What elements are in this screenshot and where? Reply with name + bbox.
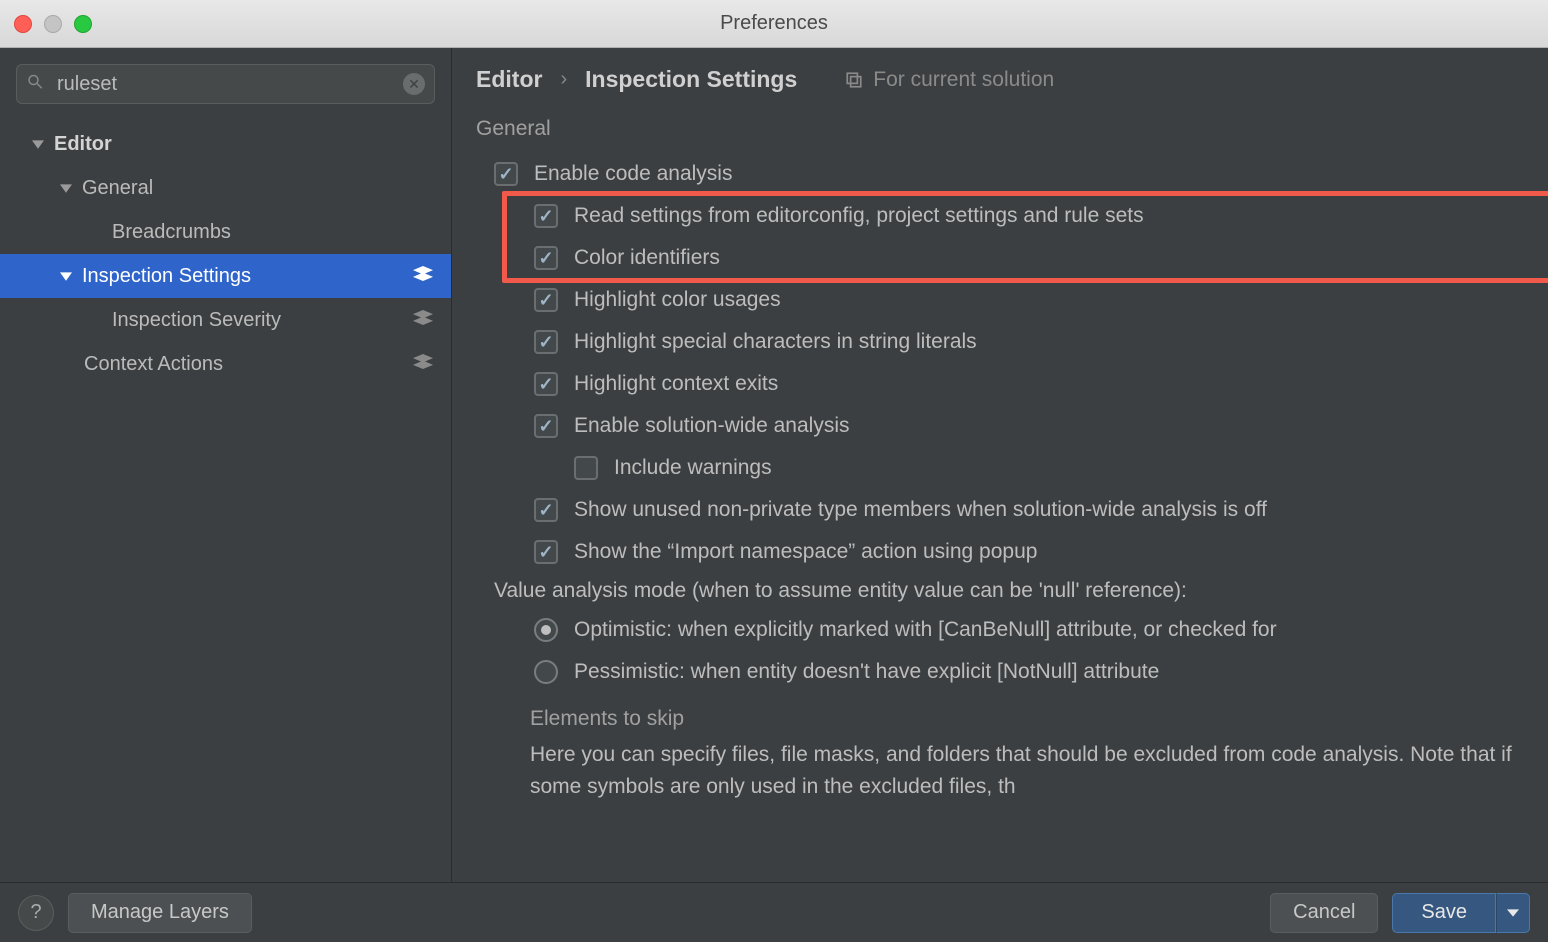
option-label: Color identifiers xyxy=(574,246,720,270)
checkbox[interactable] xyxy=(574,456,598,480)
tree-item-general[interactable]: General xyxy=(0,166,451,210)
radio-pessimistic[interactable]: Pessimistic: when entity doesn't have ex… xyxy=(494,651,1548,693)
option-highlight-special-chars[interactable]: Highlight special characters in string l… xyxy=(494,321,1548,363)
option-label: Optimistic: when explicitly marked with … xyxy=(574,618,1277,642)
option-label: Read settings from editorconfig, project… xyxy=(574,204,1144,228)
option-label: Pessimistic: when entity doesn't have ex… xyxy=(574,660,1159,684)
tree-label: Inspection Settings xyxy=(82,265,451,288)
tree-label: Editor xyxy=(54,133,451,156)
layers-icon xyxy=(413,265,433,288)
clear-search-button[interactable]: ✕ xyxy=(403,73,425,95)
window-title: Preferences xyxy=(0,12,1548,35)
titlebar: Preferences xyxy=(0,0,1548,48)
elements-to-skip-title: Elements to skip xyxy=(530,707,1548,731)
chevron-down-icon xyxy=(56,270,76,282)
traffic-lights xyxy=(14,15,92,33)
search-input[interactable] xyxy=(16,64,435,104)
checkbox[interactable] xyxy=(534,204,558,228)
manage-layers-button[interactable]: Manage Layers xyxy=(68,893,252,933)
option-label: Highlight special characters in string l… xyxy=(574,330,977,354)
breadcrumb: Editor › Inspection Settings For current… xyxy=(476,66,1548,93)
breadcrumb-item[interactable]: Editor xyxy=(476,66,542,93)
tree-item-inspection-settings[interactable]: Inspection Settings xyxy=(0,254,451,298)
chevron-down-icon xyxy=(28,138,48,150)
option-label: Show the “Import namespace” action using… xyxy=(574,540,1037,564)
chevron-down-icon xyxy=(1507,909,1519,917)
checkbox[interactable] xyxy=(534,498,558,522)
option-label: Enable solution-wide analysis xyxy=(574,414,850,438)
option-label: Enable code analysis xyxy=(534,162,732,186)
option-color-identifiers[interactable]: Color identifiers xyxy=(494,237,1548,279)
radio[interactable] xyxy=(534,618,558,642)
tree-item-context-actions[interactable]: Context Actions xyxy=(0,342,451,386)
breadcrumb-item: Inspection Settings xyxy=(585,66,797,93)
settings-tree: Editor General Breadcrumbs Inspection Se… xyxy=(0,116,451,882)
search-field-wrap: ✕ xyxy=(16,64,435,104)
checkbox[interactable] xyxy=(494,162,518,186)
sidebar: ✕ Editor General Breadcrumbs Inspection … xyxy=(0,48,452,882)
scope-indicator[interactable]: For current solution xyxy=(845,68,1054,92)
scope-label: For current solution xyxy=(873,68,1054,92)
cancel-button[interactable]: Cancel xyxy=(1270,893,1378,933)
option-label: Show unused non-private type members whe… xyxy=(574,498,1267,522)
option-show-unused-members[interactable]: Show unused non-private type members whe… xyxy=(494,489,1548,531)
minimize-window-button[interactable] xyxy=(44,15,62,33)
tree-label: Inspection Severity xyxy=(112,309,451,332)
tree-item-breadcrumbs[interactable]: Breadcrumbs xyxy=(0,210,451,254)
tree-label: Context Actions xyxy=(84,353,451,376)
checkbox[interactable] xyxy=(534,372,558,396)
checkbox[interactable] xyxy=(534,330,558,354)
tree-label: Breadcrumbs xyxy=(112,221,451,244)
option-import-namespace-popup[interactable]: Show the “Import namespace” action using… xyxy=(494,531,1548,573)
option-read-settings-editorconfig[interactable]: Read settings from editorconfig, project… xyxy=(494,195,1548,237)
save-button[interactable]: Save xyxy=(1392,893,1496,933)
chevron-right-icon: › xyxy=(560,68,567,91)
option-label: Highlight color usages xyxy=(574,288,781,312)
options-group: Enable code analysis Read settings from … xyxy=(494,153,1548,802)
zoom-window-button[interactable] xyxy=(74,15,92,33)
checkbox[interactable] xyxy=(534,288,558,312)
layers-icon xyxy=(413,309,433,332)
tree-label: General xyxy=(82,177,451,200)
value-analysis-label: Value analysis mode (when to assume enti… xyxy=(494,579,1548,603)
option-label: Include warnings xyxy=(614,456,772,480)
option-enable-code-analysis[interactable]: Enable code analysis xyxy=(494,153,1548,195)
checkbox[interactable] xyxy=(534,246,558,270)
section-title: General xyxy=(476,117,1548,141)
close-window-button[interactable] xyxy=(14,15,32,33)
option-enable-swa[interactable]: Enable solution-wide analysis xyxy=(494,405,1548,447)
option-label: Highlight context exits xyxy=(574,372,778,396)
radio[interactable] xyxy=(534,660,558,684)
checkbox[interactable] xyxy=(534,414,558,438)
option-highlight-color-usages[interactable]: Highlight color usages xyxy=(494,279,1548,321)
layers-icon xyxy=(413,353,433,376)
copy-icon xyxy=(845,71,863,89)
footer: ? Manage Layers Cancel Save xyxy=(0,882,1548,942)
save-split-button: Save xyxy=(1392,893,1530,933)
chevron-down-icon xyxy=(56,182,76,194)
search-icon xyxy=(26,73,44,96)
save-dropdown-button[interactable] xyxy=(1496,893,1530,933)
option-highlight-context-exits[interactable]: Highlight context exits xyxy=(494,363,1548,405)
checkbox[interactable] xyxy=(534,540,558,564)
tree-item-editor[interactable]: Editor xyxy=(0,122,451,166)
option-include-warnings[interactable]: Include warnings xyxy=(494,447,1548,489)
help-button[interactable]: ? xyxy=(18,895,54,931)
elements-to-skip-text: Here you can specify files, file masks, … xyxy=(530,739,1548,802)
radio-optimistic[interactable]: Optimistic: when explicitly marked with … xyxy=(494,609,1548,651)
content-area: ✕ Editor General Breadcrumbs Inspection … xyxy=(0,48,1548,882)
main-panel: Editor › Inspection Settings For current… xyxy=(452,48,1548,882)
tree-item-inspection-severity[interactable]: Inspection Severity xyxy=(0,298,451,342)
